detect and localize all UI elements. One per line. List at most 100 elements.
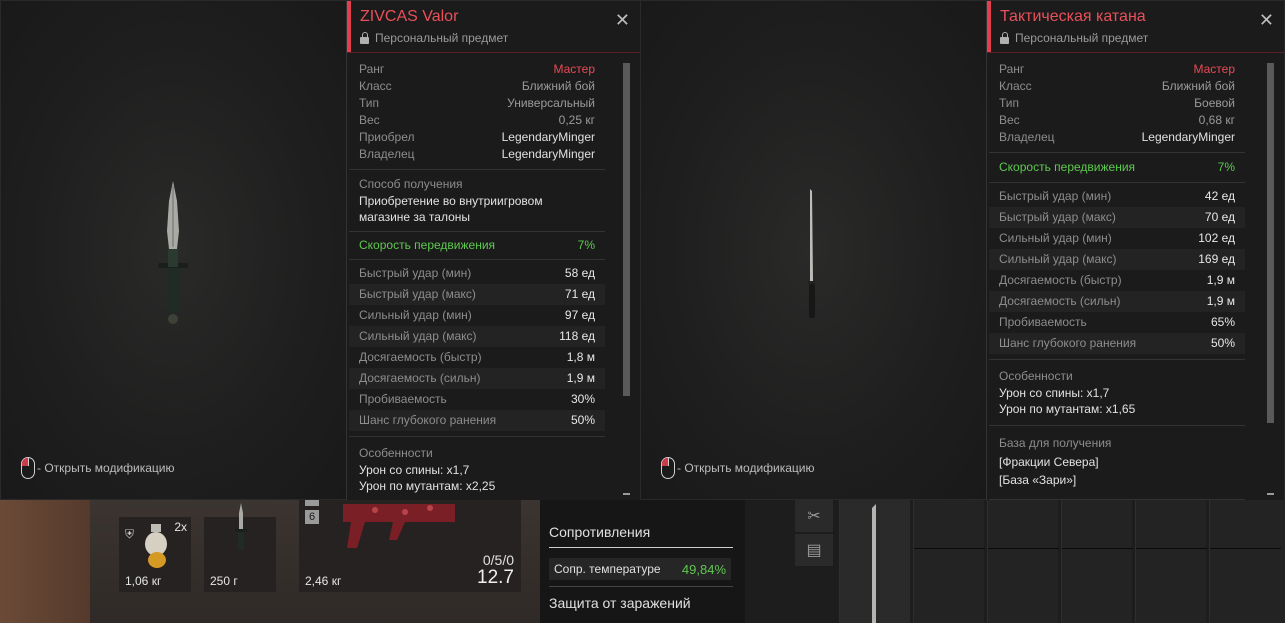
personal-label: Персональный предмет bbox=[375, 31, 509, 45]
info-label: Класс bbox=[999, 79, 1032, 93]
lock-icon bbox=[360, 31, 369, 44]
stat-row: Пробиваемость 30% bbox=[349, 389, 605, 410]
stat-value: 169 ед bbox=[1198, 252, 1235, 266]
info-value: Ближний бой bbox=[521, 79, 595, 93]
stat-label: Досягаемость (сильн) bbox=[999, 294, 1121, 308]
stat-label: Сильный удар (мин) bbox=[999, 231, 1112, 245]
infection-protection-heading: Защита от заражений bbox=[549, 595, 691, 611]
stat-row: Сильный удар (макс) 118 ед bbox=[349, 326, 605, 347]
item-preview-left[interactable] bbox=[1, 1, 346, 499]
katana-icon bbox=[872, 504, 876, 623]
item-viewer-right: - Открыть модификацию Тактическая катана… bbox=[640, 0, 1285, 501]
acquire-section: Способ получения Приобретение во внутрии… bbox=[349, 170, 605, 232]
stat-label: Шанс глубокого ранения bbox=[359, 413, 497, 427]
stat-value: 118 ед bbox=[559, 329, 595, 343]
speed-label: Скорость передвижения bbox=[999, 160, 1136, 174]
info-value: 0,68 кг bbox=[1198, 113, 1235, 127]
speed-value: 7% bbox=[577, 238, 595, 252]
feature-item: Урон со спины: x1,7 bbox=[999, 386, 1110, 400]
acquire-text: Приобретение во внутриигровом магазине з… bbox=[359, 194, 543, 224]
stat-value: 1,8 м bbox=[566, 350, 595, 364]
dagger-icon bbox=[235, 503, 247, 550]
item-preview-right[interactable] bbox=[641, 1, 986, 499]
open-mod-hint[interactable]: - Открыть модификацию bbox=[21, 457, 175, 479]
panel-header: ZIVCAS Valor Персональный предмет ✕ bbox=[347, 1, 640, 53]
stat-value: 70 ед bbox=[1204, 210, 1235, 224]
stats-section: Быстрый удар (мин) 42 ед Быстрый удар (ма… bbox=[989, 183, 1245, 360]
stat-label: Досягаемость (быстр) bbox=[359, 350, 482, 364]
mouse-left-click-icon bbox=[21, 457, 35, 479]
inventory-grid-area: ✂ ▤ bbox=[745, 500, 1285, 623]
accent-bar bbox=[987, 1, 991, 52]
info-value: LegendaryMinger bbox=[501, 130, 595, 144]
details-content: Ранг Мастер Класс Ближний бой Тип Боевой Ве… bbox=[989, 59, 1245, 500]
stat-value: 1,9 м bbox=[566, 371, 595, 385]
stat-label: Быстрый удар (мин) bbox=[999, 189, 1112, 203]
slot-badge bbox=[305, 500, 319, 506]
lock-icon bbox=[1000, 31, 1009, 44]
inventory-cell[interactable] bbox=[1061, 500, 1133, 623]
rifle-icon bbox=[343, 504, 455, 548]
katana-image bbox=[808, 189, 815, 318]
item-subtitle: Персональный предмет bbox=[360, 31, 508, 45]
open-mod-label: - Открыть модификацию bbox=[677, 461, 815, 475]
divider bbox=[549, 547, 733, 548]
stat-label: Сильный удар (мин) bbox=[359, 308, 472, 322]
feature-item: Урон по мутантам: x2,25 bbox=[359, 479, 496, 493]
details-scrollbar[interactable] bbox=[1267, 63, 1274, 495]
stat-value: 71 ед bbox=[564, 287, 595, 301]
stat-label: Пробиваемость bbox=[359, 392, 447, 406]
stats-section: Быстрый удар (мин) 58 ед Быстрый удар (ма… bbox=[349, 260, 605, 437]
inventory-cell[interactable] bbox=[1135, 500, 1207, 623]
open-mod-hint[interactable]: - Открыть модификацию bbox=[661, 457, 815, 479]
inventory-cell[interactable] bbox=[913, 500, 985, 623]
details-scrollbar[interactable] bbox=[623, 63, 630, 495]
background-left bbox=[0, 500, 90, 623]
stat-row: Сильный удар (мин) 97 ед bbox=[349, 305, 605, 326]
stat-value: 1,9 м bbox=[1206, 294, 1235, 308]
stat-label: Шанс глубокого ранения bbox=[999, 336, 1137, 350]
stat-label: Сильный удар (макс) bbox=[999, 252, 1117, 266]
storage-box-icon[interactable]: ▤ bbox=[795, 534, 833, 566]
inventory-cell[interactable] bbox=[1209, 500, 1285, 623]
base-section: База для получения [Фракции Севера] [Баз… bbox=[989, 426, 1245, 500]
resistances-panel: Сопротивления Сопр. температуре 49,84% З… bbox=[540, 500, 745, 623]
scrollbar-thumb[interactable] bbox=[623, 63, 630, 396]
inventory-cell[interactable] bbox=[839, 500, 910, 623]
gun-slot[interactable]: 6 2,46 кг 0/5/0 12.7 bbox=[299, 500, 521, 592]
accent-bar bbox=[347, 1, 351, 52]
speed-value: 7% bbox=[1217, 160, 1235, 174]
grenade-slot[interactable]: ⛨ 2x 1,06 кг bbox=[119, 517, 191, 592]
info-value: Боевой bbox=[1194, 96, 1235, 110]
stat-row: Сильный удар (макс) 169 ед bbox=[989, 249, 1245, 270]
stat-label: Быстрый удар (макс) bbox=[359, 287, 476, 301]
dagger-image bbox=[158, 181, 188, 324]
inventory-cell[interactable] bbox=[987, 500, 1059, 623]
stat-row: Сильный удар (мин) 102 ед bbox=[989, 228, 1245, 249]
knife-slot[interactable]: 250 г bbox=[204, 503, 276, 592]
close-icon[interactable]: ✕ bbox=[615, 10, 630, 31]
close-icon[interactable]: ✕ bbox=[1259, 10, 1274, 31]
tools-icon[interactable]: ✂ bbox=[795, 500, 833, 532]
item-title: Тактическая катана bbox=[1000, 8, 1146, 25]
stat-row: Досягаемость (сильн) 1,9 м bbox=[989, 291, 1245, 312]
slot-number-badge: 6 bbox=[305, 510, 319, 524]
item-details-panel-right: Тактическая катана Персональный предмет … bbox=[986, 1, 1284, 501]
stat-row: Шанс глубокого ранения 50% bbox=[349, 410, 605, 431]
info-label: Класс bbox=[359, 79, 392, 93]
stat-row: Быстрый удар (макс) 70 ед bbox=[989, 207, 1245, 228]
base-heading: База для получения bbox=[999, 436, 1112, 450]
inventory-strip: ⛨ 2x 1,06 кг 250 г 6 2,46 кг 0/5/0 12.7 … bbox=[0, 500, 1285, 623]
temperature-resist-label: Сопр. температуре bbox=[554, 562, 661, 576]
stat-value: 50% bbox=[1210, 336, 1235, 350]
knife-weight: 250 г bbox=[210, 574, 238, 588]
info-label: Владелец bbox=[359, 147, 415, 161]
stat-row: Досягаемость (сильн) 1,9 м bbox=[349, 368, 605, 389]
scrollbar-thumb[interactable] bbox=[1267, 63, 1274, 423]
stat-label: Быстрый удар (мин) bbox=[359, 266, 472, 280]
panel-header: Тактическая катана Персональный предмет … bbox=[987, 1, 1284, 53]
info-label: Тип bbox=[359, 96, 380, 110]
stat-label: Досягаемость (сильн) bbox=[359, 371, 481, 385]
info-label: Ранг bbox=[999, 62, 1025, 76]
base-item: [Фракции Севера] bbox=[999, 455, 1099, 469]
